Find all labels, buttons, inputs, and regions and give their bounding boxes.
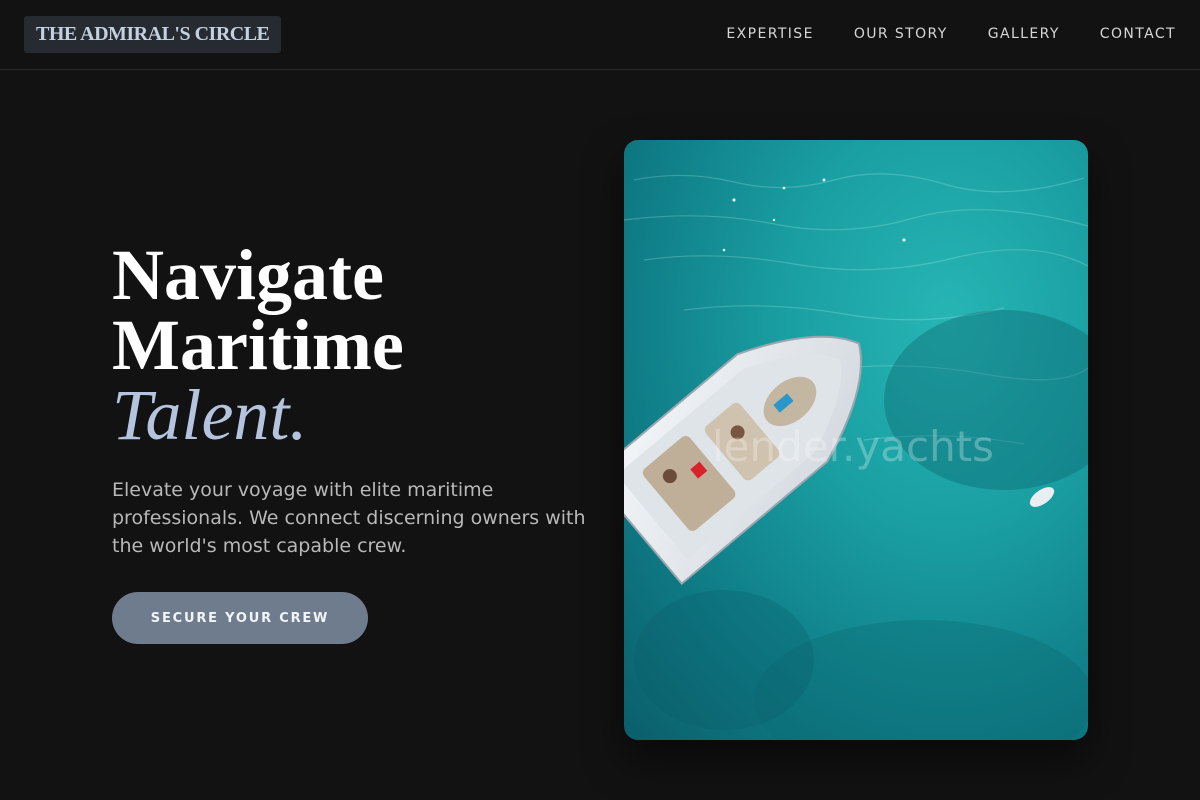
headline-accent: Talent. [112,375,308,455]
headline-line-1: Navigate [112,235,384,315]
headline-line-2: Maritime [112,305,404,385]
main-nav: EXPERTISE OUR STORY GALLERY CONTACT [726,0,1176,68]
brand-logo-text: THE ADMIRAL'S CIRCLE [36,23,270,45]
hero-subtitle: Elevate your voyage with elite maritime … [112,479,586,557]
nav-link-contact[interactable]: CONTACT [1100,26,1176,42]
hero-yacht-image [624,140,1088,740]
nav-link-our-story[interactable]: OUR STORY [854,26,948,42]
hero-headline: Navigate Maritime Talent. [112,235,404,455]
brand-logo[interactable]: THE ADMIRAL'S CIRCLE [24,16,282,53]
yacht-aerial-illustration [624,173,1088,740]
site-header: THE ADMIRAL'S CIRCLE EXPERTISE OUR STORY… [0,0,1200,70]
secure-your-crew-button[interactable]: SECURE YOUR CREW [112,592,368,644]
nav-link-expertise[interactable]: EXPERTISE [726,26,813,42]
nav-link-gallery[interactable]: GALLERY [988,26,1060,42]
